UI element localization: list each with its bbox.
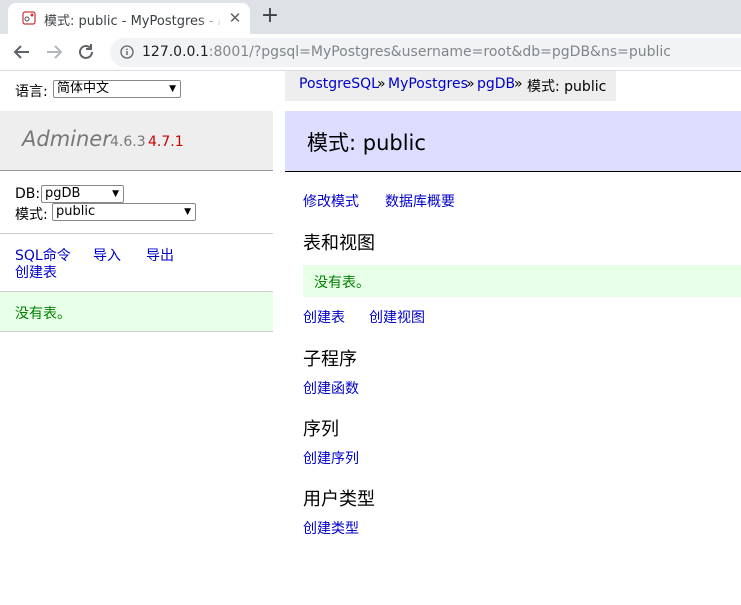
version-text: 4.6.3 bbox=[110, 134, 146, 150]
routines-heading: 子程序 bbox=[303, 349, 357, 370]
adminer-header: Adminer 4.6.3 4.7.1 bbox=[0, 111, 273, 171]
new-version-link[interactable]: 4.7.1 bbox=[148, 134, 184, 150]
url-text: 127.0.0.1:8001/?pgsql=MyPostgres&usernam… bbox=[142, 44, 671, 60]
schema-select[interactable]: public ▼ bbox=[52, 203, 196, 221]
alter-schema-link[interactable]: 修改模式 bbox=[303, 191, 359, 211]
breadcrumb-separator: » bbox=[514, 76, 523, 92]
create-view-link[interactable]: 创建视图 bbox=[369, 307, 425, 327]
browser-tab[interactable]: 模式: public - MyPostgres - Adminer ✕ bbox=[8, 3, 250, 34]
url-path: :8001/?pgsql=MyPostgres&username=root&db… bbox=[208, 44, 671, 60]
tab-title: 模式: public - MyPostgres - Adminer bbox=[44, 14, 220, 29]
export-link[interactable]: 导出 bbox=[146, 245, 174, 265]
forward-arrow-icon[interactable] bbox=[43, 41, 65, 63]
divider bbox=[0, 233, 273, 234]
db-select[interactable]: pgDB ▼ bbox=[41, 185, 124, 203]
left-no-tables-message: 没有表。 bbox=[0, 291, 273, 332]
back-arrow-icon[interactable] bbox=[11, 41, 33, 63]
chevron-down-icon: ▼ bbox=[169, 84, 176, 94]
page-title: 模式: public bbox=[307, 131, 426, 155]
import-link[interactable]: 导入 bbox=[93, 245, 121, 265]
chevron-down-icon: ▼ bbox=[112, 189, 119, 199]
page-title-bar: 模式: public bbox=[285, 111, 741, 172]
create-table-link[interactable]: 创建表 bbox=[303, 307, 345, 327]
database-overview-link[interactable]: 数据库概要 bbox=[385, 191, 455, 211]
schema-label: 模式: bbox=[15, 207, 48, 223]
breadcrumb-current: 模式: public bbox=[527, 79, 607, 95]
adminer-favicon-icon bbox=[22, 11, 36, 25]
breadcrumb: PostgreSQL » MyPostgres » pgDB » 模式: pub… bbox=[285, 71, 616, 101]
browser-toolbar: 127.0.0.1:8001/?pgsql=MyPostgres&usernam… bbox=[0, 34, 741, 71]
create-table-link[interactable]: 创建表 bbox=[15, 262, 57, 282]
chevron-down-icon: ▼ bbox=[184, 207, 191, 217]
create-function-link[interactable]: 创建函数 bbox=[303, 378, 359, 398]
language-select[interactable]: 简体中文 ▼ bbox=[53, 80, 181, 98]
create-type-link[interactable]: 创建类型 bbox=[303, 518, 359, 538]
user-types-heading: 用户类型 bbox=[303, 489, 375, 510]
db-label: DB: bbox=[15, 186, 41, 202]
url-host: 127.0.0.1 bbox=[142, 44, 209, 60]
breadcrumb-separator: » bbox=[466, 76, 475, 92]
info-icon[interactable] bbox=[120, 45, 134, 59]
language-label: 语言: bbox=[15, 84, 48, 100]
new-tab-button[interactable]: + bbox=[260, 5, 280, 27]
address-bar[interactable]: 127.0.0.1:8001/?pgsql=MyPostgres&usernam… bbox=[110, 38, 741, 67]
breadcrumb-separator: » bbox=[377, 76, 386, 92]
create-sequence-link[interactable]: 创建序列 bbox=[303, 448, 359, 468]
breadcrumb-server-link[interactable]: MyPostgres bbox=[388, 76, 468, 92]
tables-views-heading: 表和视图 bbox=[303, 233, 375, 254]
breadcrumb-db-link[interactable]: pgDB bbox=[477, 76, 515, 92]
tab-close-icon[interactable]: ✕ bbox=[226, 9, 244, 27]
sequences-heading: 序列 bbox=[303, 419, 339, 440]
breadcrumb-postgresql-link[interactable]: PostgreSQL bbox=[299, 76, 379, 92]
no-tables-message: 没有表。 bbox=[303, 265, 741, 297]
reload-icon[interactable] bbox=[75, 41, 97, 63]
browser-tab-strip: 模式: public - MyPostgres - Adminer ✕ + bbox=[0, 0, 741, 34]
adminer-logo-link[interactable]: Adminer bbox=[22, 127, 111, 151]
